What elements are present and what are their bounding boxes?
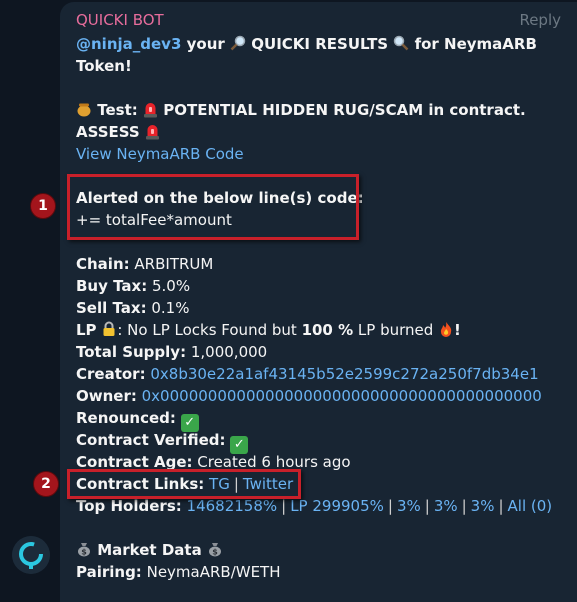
- view-code-link[interactable]: View NeymaARB Code: [76, 145, 244, 163]
- supply-value: 1,000,000: [190, 343, 268, 361]
- chain-label: Chain:: [76, 255, 130, 273]
- lp-text-a: : No LP Locks Found but: [117, 321, 297, 339]
- creator-row: Creator: 0x8b30e22a1af43145b52e2599c272a…: [76, 365, 539, 383]
- lp-text-b: LP burned: [357, 321, 434, 339]
- age-row: Contract Age: Created 6 hours ago: [76, 453, 351, 471]
- intro-for: for NeymaARB: [414, 35, 537, 53]
- pairing-label: Pairing:: [76, 563, 142, 581]
- alert-code: += totalFee*amount: [76, 211, 232, 229]
- chain-row: Chain: ARBITRUM: [76, 255, 213, 273]
- verified-row: Contract Verified: ✓: [76, 431, 249, 454]
- separator: |: [424, 497, 430, 515]
- sell-tax-value: 0.1%: [151, 299, 190, 317]
- buy-tax-value: 5.0%: [152, 277, 191, 295]
- results-label: QUICKI RESULTS: [251, 35, 389, 53]
- lp-exclaim: !: [454, 321, 461, 339]
- pairing-value: NeymaARB/WETH: [146, 563, 281, 581]
- age-value: Created 6 hours ago: [197, 453, 351, 471]
- test-result: POTENTIAL HIDDEN RUG/SCAM in contract.: [163, 101, 526, 119]
- sender-name[interactable]: QUICKI BOT: [76, 11, 164, 29]
- separator: |: [233, 475, 239, 493]
- separator: |: [281, 497, 287, 515]
- svg-text:$: $: [212, 548, 218, 557]
- assess-line: ASSESS: [76, 123, 160, 141]
- buy-tax-row: Buy Tax: 5.0%: [76, 277, 190, 295]
- check-icon: ✓: [230, 436, 249, 454]
- age-label: Contract Age:: [76, 453, 193, 471]
- test-label: Test:: [97, 101, 138, 119]
- holder-link-lp[interactable]: LP 299905%: [290, 497, 384, 515]
- owner-address-link[interactable]: 0x00000000000000000000000000000000000000…: [142, 387, 542, 405]
- twitter-link[interactable]: Twitter: [243, 475, 293, 493]
- links-label: Contract Links:: [76, 475, 205, 493]
- lp-row: LP : No LP Locks Found but 100 % LP burn…: [76, 321, 461, 339]
- intro-line-1: @ninja_dev3 your QUICKI RESULTS for Neym…: [76, 35, 537, 53]
- magnifier-icon: [394, 35, 409, 51]
- magnifier-icon: [230, 35, 246, 51]
- reply-button[interactable]: Reply: [519, 11, 561, 29]
- intro-your: your: [186, 35, 225, 53]
- money-bag-icon: $: [78, 543, 90, 557]
- mention-link[interactable]: @ninja_dev3: [76, 35, 181, 53]
- creator-label: Creator:: [76, 365, 146, 383]
- sell-tax-row: Sell Tax: 0.1%: [76, 299, 189, 317]
- holder-link-4[interactable]: 3%: [434, 497, 458, 515]
- holder-link-all[interactable]: All (0): [508, 497, 553, 515]
- siren-icon: [143, 103, 157, 118]
- links-row: Contract Links: TG | Twitter: [76, 475, 293, 493]
- creator-address-link[interactable]: 0x8b30e22a1af43145b52e2599c272a250f7db34…: [150, 365, 538, 383]
- verified-label: Contract Verified:: [76, 431, 226, 449]
- separator: |: [387, 497, 393, 515]
- money-bag-icon: $: [208, 543, 221, 557]
- supply-row: Total Supply: 1,000,000: [76, 343, 267, 361]
- owner-row: Owner: 0x0000000000000000000000000000000…: [76, 387, 542, 405]
- holder-link-3[interactable]: 3%: [397, 497, 421, 515]
- svg-text:$: $: [81, 548, 87, 557]
- assess-label: ASSESS: [76, 123, 140, 141]
- annotation-badge-2: 2: [33, 471, 59, 497]
- holder-link-5[interactable]: 3%: [471, 497, 495, 515]
- market-title: Market Data: [97, 541, 202, 559]
- buy-tax-label: Buy Tax:: [76, 277, 148, 295]
- pairing-row: Pairing: NeymaARB/WETH: [76, 563, 281, 581]
- market-title-row: $ Market Data $: [76, 541, 223, 559]
- chain-value: ARBITRUM: [134, 255, 214, 273]
- lock-icon: [103, 321, 115, 336]
- check-icon: ✓: [180, 414, 199, 432]
- tg-link[interactable]: TG: [209, 475, 230, 493]
- alert-title: Alerted on the below line(s) code:: [76, 189, 364, 207]
- annotation-badge-1: 1: [30, 193, 56, 219]
- separator: |: [461, 497, 467, 515]
- bot-avatar[interactable]: [12, 536, 50, 574]
- sell-tax-label: Sell Tax:: [76, 299, 147, 317]
- siren-icon: [145, 125, 159, 140]
- holders-label: Top Holders:: [76, 497, 182, 515]
- renounced-row: Renounced: ✓: [76, 409, 199, 432]
- renounced-label: Renounced:: [76, 409, 176, 427]
- fire-icon: [440, 322, 452, 337]
- honey-pot-icon: [77, 103, 91, 117]
- lp-label: LP: [76, 321, 97, 339]
- lp-percent: 100 %: [301, 321, 354, 339]
- intro-token: Token!: [76, 57, 132, 75]
- supply-label: Total Supply:: [76, 343, 187, 361]
- owner-label: Owner:: [76, 387, 137, 405]
- holder-link-1[interactable]: 14682158%: [187, 497, 278, 515]
- separator: |: [498, 497, 504, 515]
- test-line: Test: POTENTIAL HIDDEN RUG/SCAM in contr…: [76, 101, 526, 119]
- holders-row: Top Holders: 14682158% | LP 299905% | 3% | 3% |…: [76, 497, 552, 515]
